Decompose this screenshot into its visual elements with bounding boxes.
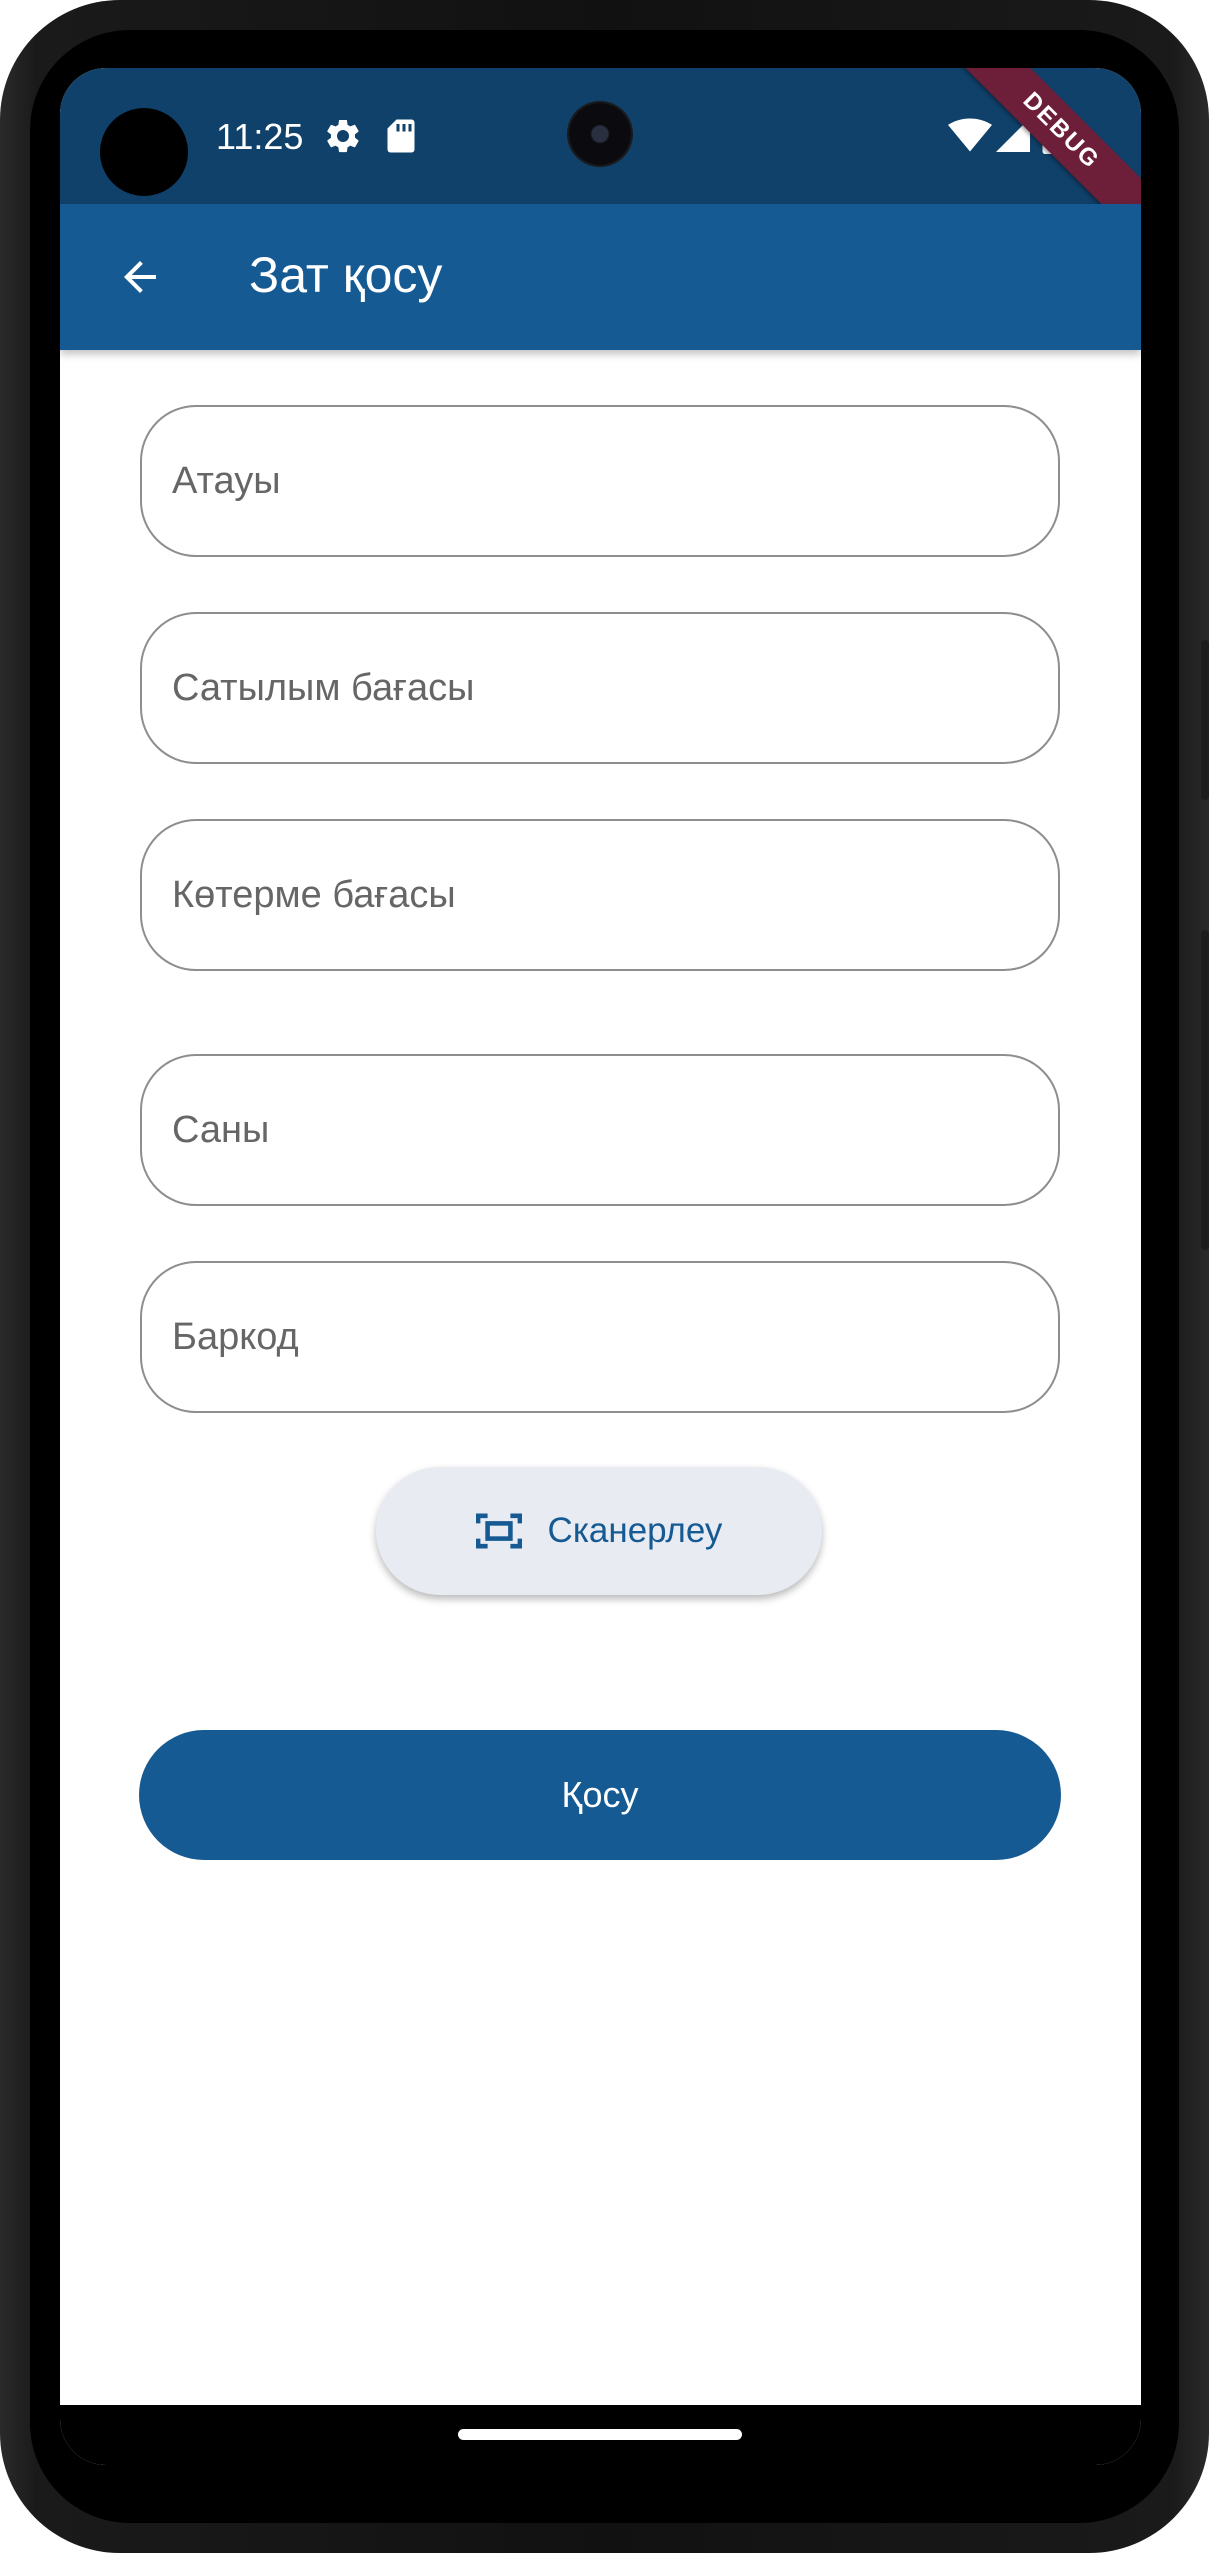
power-button [1201, 930, 1209, 1250]
volume-button [1201, 640, 1209, 800]
quantity-field[interactable]: Саны [140, 1054, 1060, 1206]
quantity-field-placeholder: Саны [172, 1108, 270, 1151]
arrow-back-icon [124, 261, 156, 293]
sd-card-icon [386, 118, 416, 159]
wholesale-price-field[interactable]: Көтерме бағасы [140, 819, 1060, 971]
settings-gear-icon [323, 116, 363, 161]
phone-frame: 11:25 DEBUG Зат қосу Атауы Сатылым бағас… [0, 0, 1209, 2553]
status-bar: 11:25 DEBUG [60, 68, 1141, 254]
name-field-placeholder: Атауы [172, 459, 281, 502]
add-item-button-label: Қосу [561, 1774, 639, 1815]
wholesale-price-field-placeholder: Көтерме бағасы [172, 873, 456, 916]
scan-button-label: Сканерлеу [547, 1511, 723, 1550]
home-indicator[interactable] [458, 2429, 742, 2440]
barcode-scan-icon [475, 1513, 522, 1549]
wifi-icon [948, 118, 992, 157]
barcode-field[interactable]: Баркод [140, 1261, 1060, 1413]
barcode-field-placeholder: Баркод [172, 1315, 299, 1358]
sale-price-field-placeholder: Сатылым бағасы [172, 666, 475, 709]
back-button[interactable] [100, 237, 180, 317]
app-bar: Зат қосу [60, 204, 1141, 350]
name-field[interactable]: Атауы [140, 405, 1060, 557]
status-time: 11:25 [216, 116, 304, 157]
camera-cutout [100, 108, 188, 196]
app-screen: 11:25 DEBUG Зат қосу Атауы Сатылым бағас… [60, 68, 1141, 2465]
add-item-button[interactable]: Қосу [139, 1730, 1061, 1860]
page-title: Зат қосу [249, 247, 443, 303]
sale-price-field[interactable]: Сатылым бағасы [140, 612, 1060, 764]
scan-button[interactable]: Сканерлеу [376, 1467, 822, 1595]
front-camera [569, 103, 631, 165]
